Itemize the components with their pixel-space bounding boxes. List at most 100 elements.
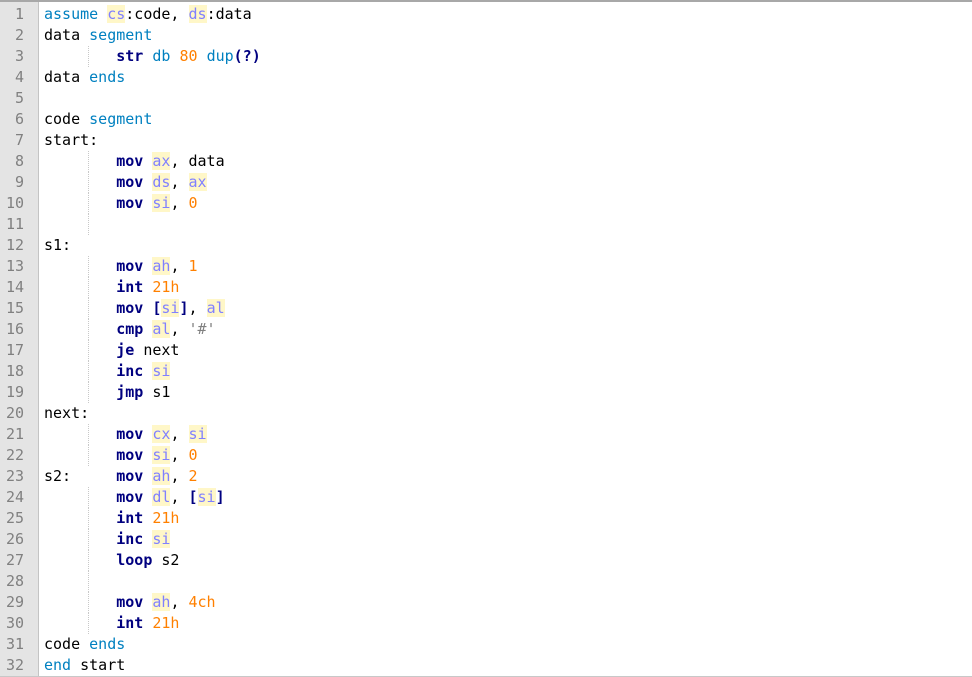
code-line[interactable]: 23 s2: mov ah, 2 <box>0 466 972 487</box>
line-number: 16 <box>5 320 24 338</box>
line-code: next: <box>44 403 89 424</box>
code-token: s2 <box>152 551 180 569</box>
code-token: je <box>116 341 135 359</box>
line-code: str db 80 dup(?) <box>44 46 261 67</box>
code-line[interactable]: 10 mov si, 0 <box>0 193 972 214</box>
code-token: al <box>152 320 171 338</box>
code-line[interactable]: 29 mov ah, 4ch <box>0 592 972 613</box>
code-line[interactable]: 5 <box>0 88 972 109</box>
code-token: mov <box>116 299 144 317</box>
code-token: , <box>170 194 189 212</box>
code-line[interactable]: 19 jmp s1 <box>0 382 972 403</box>
code-line[interactable]: 12 s1: <box>0 235 972 256</box>
code-token: mov <box>116 593 144 611</box>
code-line[interactable]: 9 mov ds, ax <box>0 172 972 193</box>
code-token: s1 <box>143 383 171 401</box>
code-line[interactable]: 11 <box>0 214 972 235</box>
code-token: loop <box>116 551 153 569</box>
code-line[interactable]: 7 start: <box>0 130 972 151</box>
code-token: si <box>152 530 171 548</box>
code-token: 21h <box>152 278 180 296</box>
code-line[interactable]: 28 <box>0 571 972 592</box>
code-line[interactable]: 30 int 21h <box>0 613 972 634</box>
code-line[interactable]: 1 assume cs:code, ds:data <box>0 4 972 25</box>
code-line[interactable]: 6 code segment <box>0 109 972 130</box>
code-token: si <box>197 488 216 506</box>
line-number: 7 <box>14 131 24 149</box>
code-token: code <box>44 635 90 653</box>
line-number: 4 <box>14 68 24 86</box>
code-token: ax <box>188 173 207 191</box>
code-line[interactable]: 15 mov [si], al <box>0 298 972 319</box>
line-number: 2 <box>14 26 24 44</box>
code-token: mov <box>116 152 144 170</box>
code-token: ends <box>89 635 126 653</box>
line-code: s1: <box>44 235 71 256</box>
code-line[interactable]: 13 mov ah, 1 <box>0 256 972 277</box>
code-line[interactable]: 14 int 21h <box>0 277 972 298</box>
line-code: data ends <box>44 67 125 88</box>
code-line[interactable]: 24 mov dl, [si] <box>0 487 972 508</box>
line-code: mov dl, [si] <box>44 487 225 508</box>
code-line[interactable]: 8 mov ax, data <box>0 151 972 172</box>
code-token: si <box>152 194 171 212</box>
code-token: mov <box>116 467 144 485</box>
code-token: , <box>170 173 189 191</box>
code-token: cs <box>107 5 126 23</box>
indent-guide <box>88 214 89 235</box>
line-number: 28 <box>5 572 24 590</box>
line-code: int 21h <box>44 613 179 634</box>
code-line[interactable]: 32 end start <box>0 655 972 676</box>
code-token: :data <box>206 5 252 23</box>
line-number: 18 <box>5 362 24 380</box>
code-line[interactable]: 18 inc si <box>0 361 972 382</box>
line-code: cmp al, '#' <box>44 319 216 340</box>
code-token: :code, <box>125 5 189 23</box>
code-token: , <box>188 299 207 317</box>
line-number: 8 <box>14 152 24 170</box>
code-token: segment <box>89 110 153 128</box>
code-line[interactable]: 16 cmp al, '#' <box>0 319 972 340</box>
code-token: si <box>161 299 180 317</box>
code-line[interactable]: 27 loop s2 <box>0 550 972 571</box>
code-line[interactable]: 22 mov si, 0 <box>0 445 972 466</box>
code-line[interactable]: 17 je next <box>0 340 972 361</box>
line-number: 19 <box>5 383 24 401</box>
code-token: assume <box>44 5 99 23</box>
code-line[interactable]: 31 code ends <box>0 634 972 655</box>
code-line[interactable]: 26 inc si <box>0 529 972 550</box>
code-line[interactable]: 20 next: <box>0 403 972 424</box>
code-token: , <box>170 257 189 275</box>
code-editor[interactable]: 1 assume cs:code, ds:data 2 data segment 3 s… <box>0 0 972 677</box>
code-token: 1 <box>188 257 198 275</box>
code-token: mov <box>116 173 144 191</box>
code-line[interactable]: 2 data segment <box>0 25 972 46</box>
code-token: [ <box>188 488 198 506</box>
line-code: mov ah, 1 <box>44 256 198 277</box>
code-line[interactable]: 4 data ends <box>0 67 972 88</box>
code-token: mov <box>116 257 144 275</box>
code-token: 4ch <box>188 593 216 611</box>
line-number: 23 <box>5 467 24 485</box>
code-lines[interactable]: 1 assume cs:code, ds:data 2 data segment 3 s… <box>0 4 972 676</box>
line-number: 32 <box>5 656 24 674</box>
line-number: 15 <box>5 299 24 317</box>
line-number: 9 <box>14 173 24 191</box>
code-token: code <box>44 110 90 128</box>
code-token: al <box>206 299 225 317</box>
code-line[interactable]: 25 int 21h <box>0 508 972 529</box>
line-number: 14 <box>5 278 24 296</box>
code-token: ah <box>152 467 171 485</box>
code-line[interactable]: 21 mov cx, si <box>0 424 972 445</box>
code-line[interactable]: 3 str db 80 dup(?) <box>0 46 972 67</box>
line-code: int 21h <box>44 277 179 298</box>
